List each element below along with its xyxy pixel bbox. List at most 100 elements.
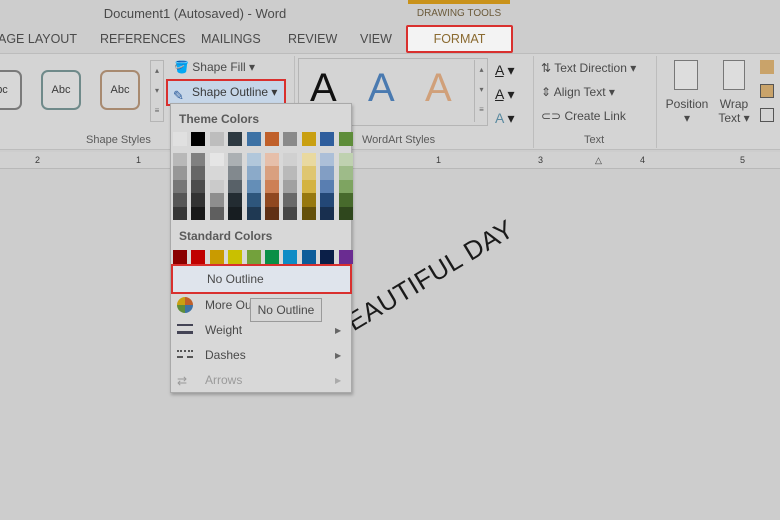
shape-styles-scroll[interactable]: ▴ ▾ ≡ xyxy=(150,60,164,122)
shape-style-2[interactable]: Abc xyxy=(41,70,81,110)
more-outline-colors-item[interactable]: More Ou xyxy=(205,298,252,312)
theme-color-shade[interactable] xyxy=(228,193,243,207)
theme-color-swatch[interactable] xyxy=(228,132,243,146)
theme-color-shade[interactable] xyxy=(320,166,335,180)
shape-style-3[interactable]: Abc xyxy=(100,70,140,110)
theme-color-shade[interactable] xyxy=(338,153,353,167)
theme-color-shade[interactable] xyxy=(320,206,335,220)
indent-marker[interactable]: △ xyxy=(595,155,602,166)
group-wordart-styles: WordArt Styles xyxy=(362,134,436,146)
theme-color-shade[interactable] xyxy=(265,166,279,180)
standard-color-swatch[interactable] xyxy=(320,250,335,264)
theme-color-shade[interactable] xyxy=(191,153,206,167)
theme-color-shade[interactable] xyxy=(320,153,335,167)
standard-color-swatch[interactable] xyxy=(173,250,187,264)
theme-color-shade[interactable] xyxy=(173,179,187,194)
selection-pane-icon[interactable] xyxy=(760,108,774,122)
theme-color-shade[interactable] xyxy=(209,206,224,220)
theme-color-shade[interactable] xyxy=(209,179,224,194)
theme-color-swatch[interactable] xyxy=(338,132,353,146)
tab-review[interactable]: REVIEW xyxy=(288,32,337,46)
theme-color-shade[interactable] xyxy=(209,193,224,207)
theme-color-shade[interactable] xyxy=(301,153,316,167)
theme-color-shade[interactable] xyxy=(228,179,243,194)
bring-forward-icon[interactable] xyxy=(760,60,774,74)
tab-format[interactable]: FORMAT xyxy=(406,25,513,53)
standard-color-swatch[interactable] xyxy=(301,250,316,264)
theme-color-shade[interactable] xyxy=(283,193,298,207)
text-direction-button[interactable]: ⇅ Text Direction ▾ xyxy=(541,61,636,75)
send-backward-icon[interactable] xyxy=(760,84,774,98)
theme-color-shade[interactable] xyxy=(228,166,243,180)
theme-color-shade[interactable] xyxy=(191,166,206,180)
theme-color-shade[interactable] xyxy=(173,193,187,207)
theme-color-shade[interactable] xyxy=(173,166,187,180)
theme-color-shade[interactable] xyxy=(301,193,316,207)
tab-page-layout[interactable]: AGE LAYOUT xyxy=(0,32,77,46)
standard-color-swatch[interactable] xyxy=(246,250,261,264)
theme-color-shade[interactable] xyxy=(246,166,261,180)
theme-color-shade[interactable] xyxy=(246,193,261,207)
theme-color-shade[interactable] xyxy=(301,206,316,220)
theme-color-shade[interactable] xyxy=(209,166,224,180)
theme-color-swatch[interactable] xyxy=(283,132,298,146)
standard-color-swatch[interactable] xyxy=(228,250,243,264)
theme-color-swatch[interactable] xyxy=(209,132,224,146)
theme-color-shade[interactable] xyxy=(283,153,298,167)
theme-color-shade[interactable] xyxy=(246,179,261,194)
standard-color-swatch[interactable] xyxy=(338,250,353,264)
theme-color-shade[interactable] xyxy=(320,193,335,207)
theme-color-shade[interactable] xyxy=(173,206,187,220)
theme-color-shade[interactable] xyxy=(283,166,298,180)
shape-outline-button[interactable]: ✎ Shape Outline ▾ xyxy=(166,79,286,106)
tab-view[interactable]: VIEW xyxy=(360,32,392,46)
theme-color-shade[interactable] xyxy=(228,206,243,220)
theme-color-shade[interactable] xyxy=(338,193,353,207)
theme-color-swatch[interactable] xyxy=(301,132,316,146)
align-text-button[interactable]: ⇕ Align Text ▾ xyxy=(541,85,615,99)
weight-item[interactable]: Weight xyxy=(205,323,242,337)
theme-color-swatch[interactable] xyxy=(265,132,279,146)
theme-color-shade[interactable] xyxy=(191,193,206,207)
theme-color-shade[interactable] xyxy=(173,153,187,167)
text-fill-outline-effects[interactable]: A ▾ A ▾ A ▾ xyxy=(495,58,515,130)
shape-style-1[interactable]: bc xyxy=(0,70,22,110)
theme-color-shade[interactable] xyxy=(191,179,206,194)
theme-color-shade[interactable] xyxy=(209,153,224,167)
theme-color-shade[interactable] xyxy=(338,206,353,220)
theme-color-shade[interactable] xyxy=(246,153,261,167)
wordart-style-blue[interactable]: A xyxy=(368,66,395,111)
dashes-item[interactable]: Dashes xyxy=(205,348,246,362)
wordart-style-orange[interactable]: A xyxy=(425,66,452,111)
theme-color-shade[interactable] xyxy=(338,166,353,180)
theme-color-shade[interactable] xyxy=(246,206,261,220)
theme-color-swatch[interactable] xyxy=(246,132,261,146)
standard-color-swatch[interactable] xyxy=(209,250,224,264)
theme-color-shade[interactable] xyxy=(265,153,279,167)
wordart-scroll[interactable]: ▴ ▾ ≡ xyxy=(474,60,488,122)
theme-color-shade[interactable] xyxy=(265,179,279,194)
theme-color-shade[interactable] xyxy=(338,179,353,194)
theme-color-shade[interactable] xyxy=(228,153,243,167)
theme-color-shade[interactable] xyxy=(283,206,298,220)
wrap-text-button[interactable]: Wrap Text ▾ xyxy=(716,97,752,125)
theme-color-swatch[interactable] xyxy=(173,132,187,146)
standard-color-swatch[interactable] xyxy=(283,250,298,264)
theme-color-shade[interactable] xyxy=(301,166,316,180)
no-outline-item[interactable]: No Outline xyxy=(171,264,352,294)
position-button[interactable]: Position ▾ xyxy=(664,97,710,125)
theme-color-swatch[interactable] xyxy=(320,132,335,146)
theme-color-shade[interactable] xyxy=(191,206,206,220)
theme-color-shade[interactable] xyxy=(301,179,316,194)
theme-color-swatch[interactable] xyxy=(191,132,206,146)
theme-color-shade[interactable] xyxy=(265,206,279,220)
standard-color-swatch[interactable] xyxy=(191,250,206,264)
theme-color-shade[interactable] xyxy=(320,179,335,194)
theme-color-shade[interactable] xyxy=(265,193,279,207)
create-link-button[interactable]: ⊂⊃ Create Link xyxy=(541,109,626,123)
standard-color-swatch[interactable] xyxy=(265,250,279,264)
shape-fill-button[interactable]: 🪣 Shape Fill ▾ xyxy=(174,60,255,74)
tab-references[interactable]: REFERENCES xyxy=(100,32,185,46)
theme-color-shade[interactable] xyxy=(283,179,298,194)
tab-mailings[interactable]: MAILINGS xyxy=(201,32,261,46)
